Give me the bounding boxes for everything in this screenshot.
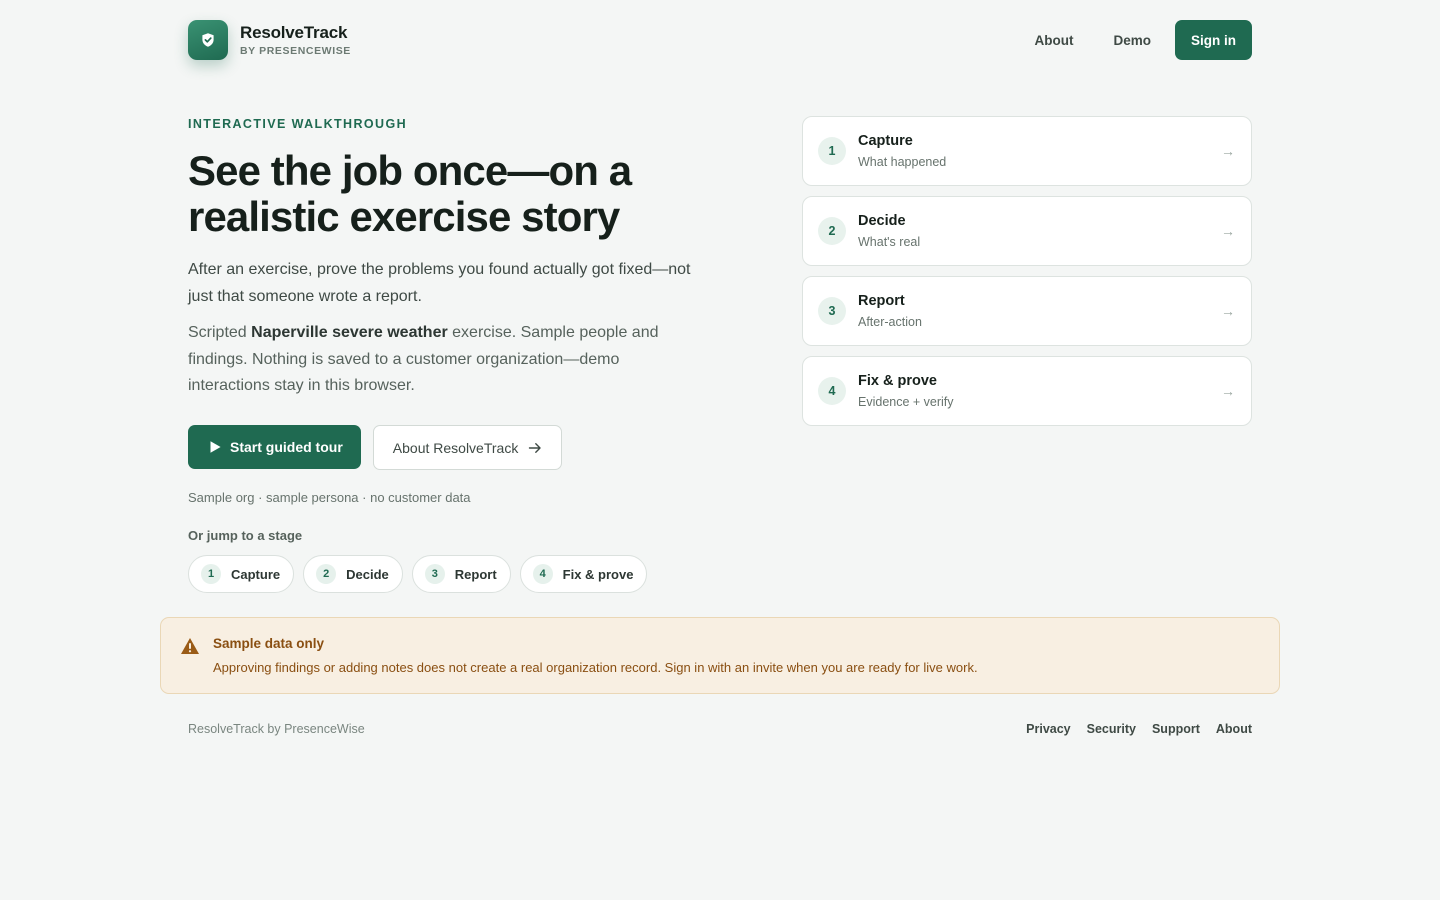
top-nav: About Demo Sign in [1019, 20, 1252, 60]
jump-label: Or jump to a stage [188, 528, 303, 543]
stage-title: Fix & prove [858, 373, 937, 389]
stage-chip-fix-prove[interactable]: 4 Fix & prove [519, 555, 648, 593]
brand-subtitle: BY PRESENCEWISE [240, 44, 351, 57]
stage-number: 1 [818, 137, 846, 165]
site-header: ResolveTrack BY PRESENCEWISE About Demo … [188, 20, 1252, 60]
arrow-right-icon: → [1221, 303, 1235, 319]
footer-support-link[interactable]: Support [1152, 722, 1200, 736]
sample-data-notice: Sample data only Approving findings or a… [160, 617, 1280, 694]
about-resolvetrack-label: About ResolveTrack [392, 439, 519, 456]
footer-privacy-link[interactable]: Privacy [1026, 722, 1070, 736]
arrow-right-icon [529, 442, 542, 453]
about-resolvetrack-button[interactable]: About ResolveTrack [372, 425, 563, 470]
page: ResolveTrack BY PRESENCEWISE About Demo … [0, 0, 1440, 900]
stage-text: Report After-action [858, 292, 1221, 330]
footer-brand: ResolveTrack by PresenceWise [188, 722, 365, 736]
chip-number: 4 [532, 564, 553, 584]
eyebrow: INTERACTIVE WALKTHROUGH [188, 117, 407, 131]
stage-card-fix-prove[interactable]: 4 Fix & prove Evidence + verify → [802, 356, 1252, 426]
start-guided-tour-button[interactable]: Start guided tour [188, 425, 361, 469]
chip-number: 1 [201, 564, 221, 584]
cta-row: Start guided tour About ResolveTrack [188, 425, 563, 470]
chip-label: Capture [231, 566, 281, 582]
footer-links: Privacy Security Support About [1026, 722, 1252, 736]
stage-card-decide[interactable]: 2 Decide What's real → [802, 196, 1252, 266]
notice-body: Approving findings or adding notes does … [213, 660, 978, 675]
description-prefix: Scripted [188, 324, 252, 341]
brand-name: ResolveTrack [240, 22, 348, 42]
nav-about-link[interactable]: About [1019, 23, 1090, 58]
chip-number: 2 [316, 564, 337, 584]
arrow-right-icon: → [1221, 383, 1235, 399]
brand[interactable]: ResolveTrack BY PRESENCEWISE [188, 20, 351, 60]
page-title: See the job once—on a realistic exercise… [188, 147, 632, 240]
stage-text: Fix & prove Evidence + verify [858, 372, 1221, 410]
stage-chip-report[interactable]: 3 Report [411, 555, 511, 593]
stage-subtitle: Evidence + verify [858, 395, 954, 409]
brand-text: ResolveTrack BY PRESENCEWISE [240, 24, 351, 57]
start-guided-tour-label: Start guided tour [230, 439, 343, 455]
play-icon [210, 441, 221, 453]
stage-title: Capture [858, 133, 913, 149]
arrow-right-icon: → [1221, 143, 1235, 159]
stage-card-capture[interactable]: 1 Capture What happened → [802, 116, 1252, 186]
sample-meta: Sample org · sample persona · no custome… [188, 490, 471, 505]
stage-chip-capture[interactable]: 1 Capture [188, 555, 295, 593]
chip-label: Decide [346, 566, 389, 582]
stage-chips: 1 Capture 2 Decide 3 Report 4 Fix & prov… [188, 555, 648, 593]
exercise-name: Naperville severe weather [251, 324, 448, 341]
stage-subtitle: After-action [858, 315, 922, 329]
stage-card-report[interactable]: 3 Report After-action → [802, 276, 1252, 346]
chip-label: Report [454, 566, 497, 582]
site-footer: ResolveTrack by PresenceWise Privacy Sec… [188, 722, 1252, 736]
chip-number: 3 [424, 564, 445, 584]
chip-label: Fix & prove [562, 566, 634, 582]
footer-about-link[interactable]: About [1216, 722, 1252, 736]
stage-title: Report [858, 293, 905, 309]
stage-list: 1 Capture What happened → 2 Decide What'… [802, 116, 1252, 436]
notice-title: Sample data only [213, 636, 325, 651]
warning-triangle-icon [181, 638, 199, 654]
stage-subtitle: What's real [858, 235, 921, 249]
nav-demo-link[interactable]: Demo [1097, 23, 1167, 58]
stage-number: 3 [818, 297, 846, 325]
stage-number: 4 [818, 377, 846, 405]
sign-in-button[interactable]: Sign in [1175, 20, 1252, 60]
stage-text: Decide What's real [858, 212, 1221, 250]
stage-number: 2 [818, 217, 846, 245]
shield-check-icon [188, 20, 228, 60]
hero-lede: After an exercise, prove the problems yo… [188, 261, 691, 305]
footer-security-link[interactable]: Security [1087, 722, 1136, 736]
hero-description: Scripted Naperville severe weather exerc… [188, 320, 698, 400]
stage-chip-decide[interactable]: 2 Decide [303, 555, 403, 593]
stage-subtitle: What happened [858, 155, 947, 169]
stage-text: Capture What happened [858, 132, 1221, 170]
arrow-right-icon: → [1221, 223, 1235, 239]
stage-title: Decide [858, 213, 906, 229]
